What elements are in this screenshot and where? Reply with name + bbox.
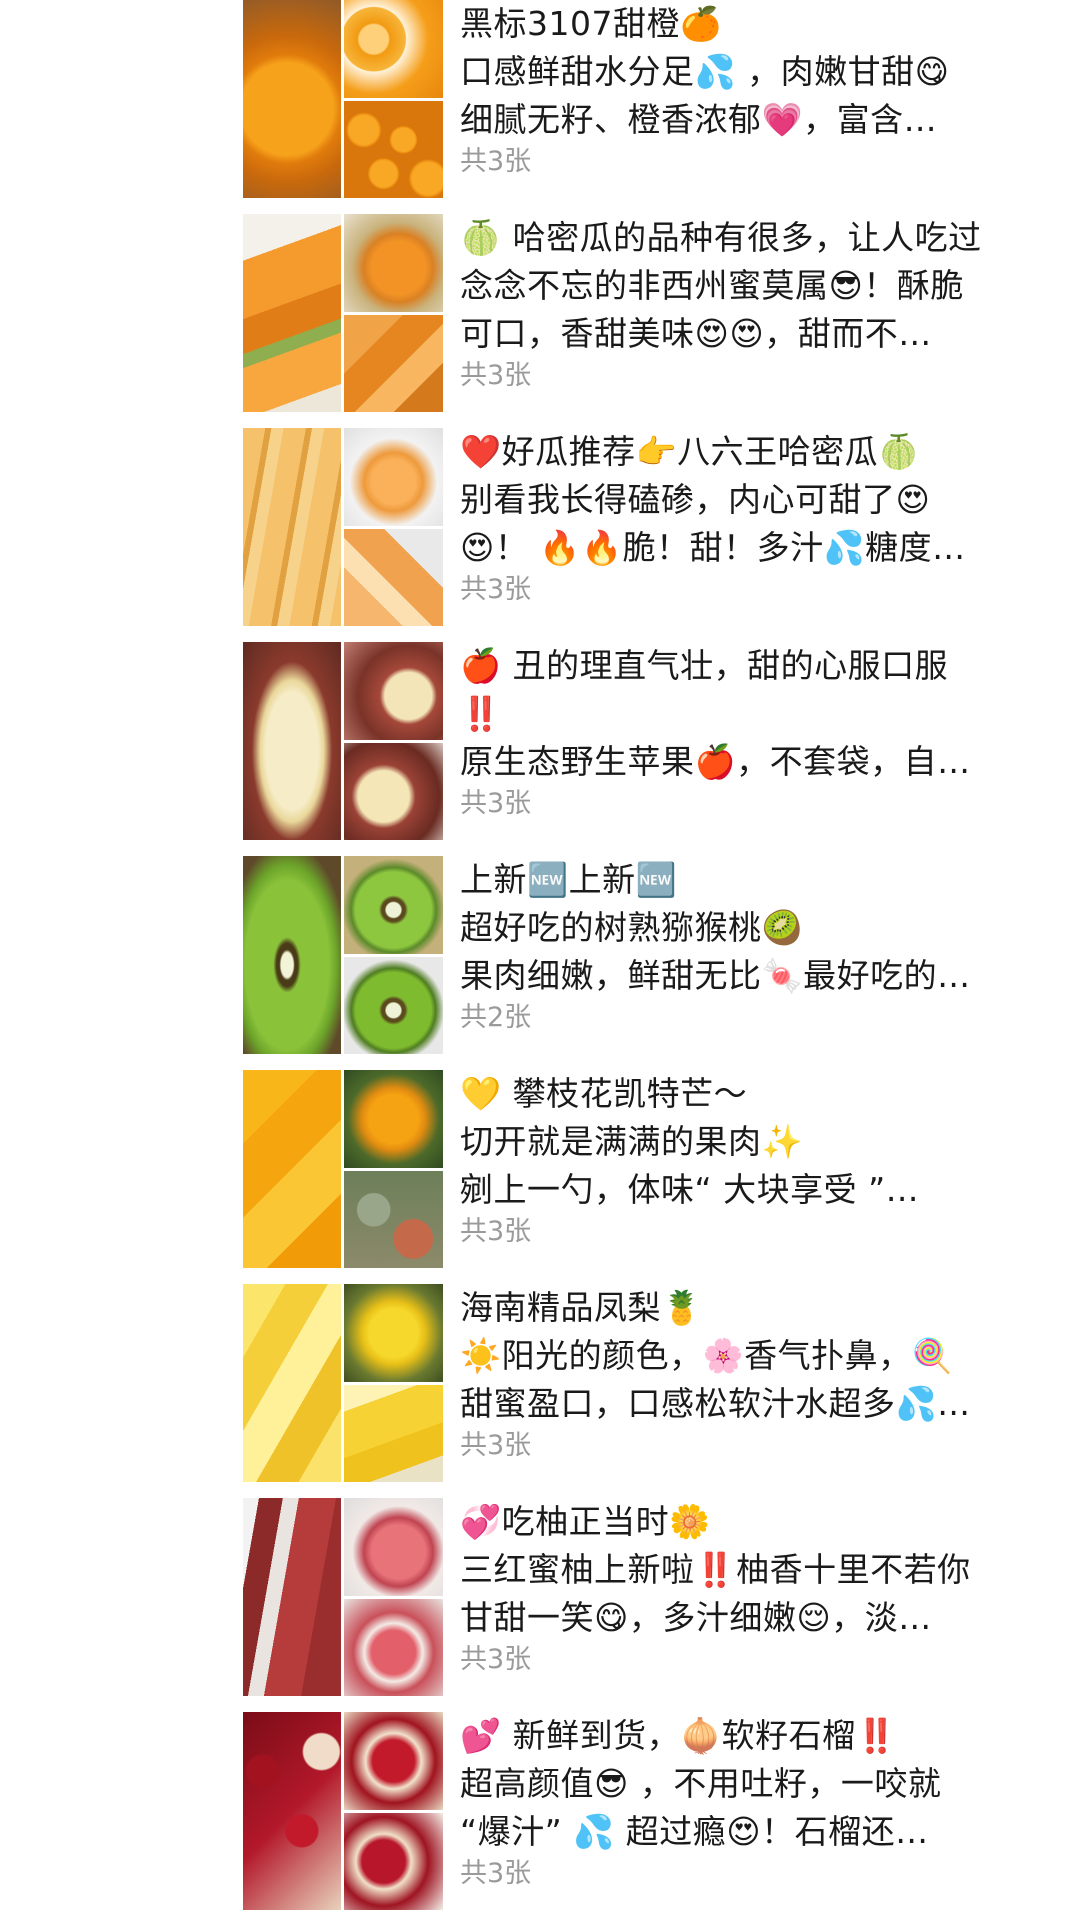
post-text[interactable]: 🍈 哈密瓜的品种有很多，让人吃过 念念不忘的非西州蜜莫属😎！酥脆 可口，香甜美味… xyxy=(460,214,1040,358)
photo-count-label: 共3张 xyxy=(460,1216,532,1247)
post-text-line: 黑标3107甜橙🍊 xyxy=(460,4,722,43)
post-text[interactable]: ❤️好瓜推荐👉八六王哈密瓜🍈 别看我长得磕碜，内心可甜了😍 😍！ 🔥🔥脆！甜！多… xyxy=(460,428,1040,572)
photo-grid[interactable] xyxy=(243,0,443,198)
post-text[interactable]: 💕 新鲜到货，🧅软籽石榴‼️ 超高颜值😎 ，不用吐籽，一咬就 “爆汁” 💦 超过… xyxy=(460,1712,1040,1856)
photo-grid[interactable] xyxy=(243,214,443,412)
post-text[interactable]: 💛 攀枝花凯特芒～ 切开就是满满的果肉✨ 剜上一勺，体味“ 大块享受 ”… xyxy=(460,1070,1040,1214)
post-photo[interactable] xyxy=(344,1813,443,1910)
post-text[interactable]: 黑标3107甜橙🍊 口感鲜甜水分足💦 ，肉嫩甘甜😋 细腻无籽、橙香浓郁💗，富含… xyxy=(460,0,1040,144)
photo-grid[interactable] xyxy=(243,642,443,840)
list-item[interactable]: 💞吃柚正当时🌼 三红蜜柚上新啦‼️柚香十里不若你 甘甜一笑😋，多汁细嫩😌，淡… … xyxy=(0,1482,1080,1696)
post-text-line: 细腻无籽、橙香浓郁💗，富含… xyxy=(460,100,938,139)
post-text[interactable]: 上新🆕上新🆕 超好吃的树熟猕猴桃🥝 果肉细嫩，鲜甜无比🍬最好吃的… xyxy=(460,856,1040,1000)
photo-count-label: 共3张 xyxy=(460,788,532,819)
post-photo[interactable] xyxy=(344,1070,443,1168)
post-text-line: ❤️好瓜推荐👉八六王哈密瓜🍈 xyxy=(460,432,920,471)
post-text-line: 可口，香甜美味😍😍，甜而不… xyxy=(460,314,932,353)
post-photo[interactable] xyxy=(344,1284,443,1382)
photo-count-label: 共3张 xyxy=(460,1430,532,1461)
post-text-line: 念念不忘的非西州蜜莫属😎！酥脆 xyxy=(460,266,964,305)
post-text-line: 甘甜一笑😋，多汁细嫩😌，淡… xyxy=(460,1598,932,1637)
photo-count-label: 共3张 xyxy=(460,146,532,177)
post-text-line: 💕 新鲜到货，🧅软籽石榴‼️ xyxy=(460,1716,898,1755)
post-text-line: 原生态野生苹果🍎，不套袋，自… xyxy=(460,742,971,781)
post-photo[interactable] xyxy=(243,1070,341,1268)
post-photo[interactable] xyxy=(243,1284,341,1482)
post-photo[interactable] xyxy=(344,529,443,626)
post-text-line: 剜上一勺，体味“ 大块享受 ”… xyxy=(460,1170,920,1209)
post-photo[interactable] xyxy=(344,1171,443,1268)
post-text-line: 三红蜜柚上新啦‼️柚香十里不若你 xyxy=(460,1550,971,1589)
list-item[interactable]: 🍈 哈密瓜的品种有很多，让人吃过 念念不忘的非西州蜜莫属😎！酥脆 可口，香甜美味… xyxy=(0,198,1080,412)
post-photo[interactable] xyxy=(344,0,443,98)
post-photo[interactable] xyxy=(344,743,443,840)
post-text-line: 💞吃柚正当时🌼 xyxy=(460,1502,711,1541)
post-text-line: 超高颜值😎 ，不用吐籽，一咬就 xyxy=(460,1764,942,1803)
photo-count-label: 共2张 xyxy=(460,1002,532,1033)
photo-grid[interactable] xyxy=(243,428,443,626)
post-photo[interactable] xyxy=(243,1498,341,1696)
post-text[interactable]: 海南精品凤梨🍍 ☀️阳光的颜色，🌸香气扑鼻，🍭 甜蜜盈口，口感松软汁水超多💦… xyxy=(460,1284,1040,1428)
post-photo[interactable] xyxy=(243,1712,341,1910)
photo-grid[interactable] xyxy=(243,1284,443,1482)
list-item[interactable]: 💛 攀枝花凯特芒～ 切开就是满满的果肉✨ 剜上一勺，体味“ 大块享受 ”… 共3… xyxy=(0,1054,1080,1268)
photo-grid[interactable] xyxy=(243,1498,443,1696)
list-item[interactable]: 黑标3107甜橙🍊 口感鲜甜水分足💦 ，肉嫩甘甜😋 细腻无籽、橙香浓郁💗，富含…… xyxy=(0,0,1080,198)
post-text-line: 果肉细嫩，鲜甜无比🍬最好吃的… xyxy=(460,956,971,995)
list-item[interactable]: 💕 新鲜到货，🧅软籽石榴‼️ 超高颜值😎 ，不用吐籽，一咬就 “爆汁” 💦 超过… xyxy=(0,1696,1080,1910)
list-item[interactable]: ❤️好瓜推荐👉八六王哈密瓜🍈 别看我长得磕碜，内心可甜了😍 😍！ 🔥🔥脆！甜！多… xyxy=(0,412,1080,626)
post-text-line: “爆汁” 💦 超过瘾😍！石榴还… xyxy=(460,1812,929,1851)
post-text-line: 甜蜜盈口，口感松软汁水超多💦… xyxy=(460,1384,971,1423)
list-item[interactable]: 上新🆕上新🆕 超好吃的树熟猕猴桃🥝 果肉细嫩，鲜甜无比🍬最好吃的… 共2张 xyxy=(0,840,1080,1054)
photo-count-label: 共3张 xyxy=(460,1644,532,1675)
photo-grid[interactable] xyxy=(243,1712,443,1910)
list-item[interactable]: 🍎 丑的理直气壮，甜的心服口服 ‼️ 原生态野生苹果🍎，不套袋，自… 共3张 xyxy=(0,626,1080,840)
post-text-line: 🍎 丑的理直气壮，甜的心服口服 xyxy=(460,646,949,685)
post-text-line: ‼️ xyxy=(460,694,502,733)
photo-grid[interactable] xyxy=(243,1070,443,1268)
post-photo[interactable] xyxy=(344,856,443,954)
post-text-line: 上新🆕上新🆕 xyxy=(460,860,678,899)
post-text-line: 🍈 哈密瓜的品种有很多，让人吃过 xyxy=(460,218,982,257)
post-photo[interactable] xyxy=(344,428,443,526)
post-text-line: 😍！ 🔥🔥脆！甜！多汁💦糖度… xyxy=(460,528,966,567)
post-photo[interactable] xyxy=(344,1498,443,1596)
post-text[interactable]: 💞吃柚正当时🌼 三红蜜柚上新啦‼️柚香十里不若你 甘甜一笑😋，多汁细嫩😌，淡… xyxy=(460,1498,1040,1642)
post-text-line: 口感鲜甜水分足💦 ，肉嫩甘甜😋 xyxy=(460,52,950,91)
post-photo[interactable] xyxy=(243,0,341,198)
post-text-line: 别看我长得磕碜，内心可甜了😍 xyxy=(460,480,931,519)
post-photo[interactable] xyxy=(344,315,443,412)
post-photo[interactable] xyxy=(344,1385,443,1482)
post-text-line: 💛 攀枝花凯特芒～ xyxy=(460,1074,748,1113)
post-photo[interactable] xyxy=(344,1712,443,1810)
post-text-line: ☀️阳光的颜色，🌸香气扑鼻，🍭 xyxy=(460,1336,954,1375)
photo-count-label: 共3张 xyxy=(460,574,532,605)
post-photo[interactable] xyxy=(344,1599,443,1696)
post-photo[interactable] xyxy=(344,957,443,1054)
fruit-post-feed: 黑标3107甜橙🍊 口感鲜甜水分足💦 ，肉嫩甘甜😋 细腻无籽、橙香浓郁💗，富含…… xyxy=(0,0,1080,1910)
post-photo[interactable] xyxy=(243,856,341,1054)
post-text[interactable]: 🍎 丑的理直气壮，甜的心服口服 ‼️ 原生态野生苹果🍎，不套袋，自… xyxy=(460,642,1040,786)
photo-count-label: 共3张 xyxy=(460,1858,532,1889)
photo-grid[interactable] xyxy=(243,856,443,1054)
photo-count-label: 共3张 xyxy=(460,360,532,391)
post-text-line: 超好吃的树熟猕猴桃🥝 xyxy=(460,908,804,947)
post-photo[interactable] xyxy=(243,642,341,840)
post-text-line: 切开就是满满的果肉✨ xyxy=(460,1122,804,1161)
post-text-line: 海南精品凤梨🍍 xyxy=(460,1288,703,1327)
post-photo[interactable] xyxy=(344,642,443,740)
post-photo[interactable] xyxy=(243,214,341,412)
post-photo[interactable] xyxy=(344,101,443,198)
post-photo[interactable] xyxy=(243,428,341,626)
list-item[interactable]: 海南精品凤梨🍍 ☀️阳光的颜色，🌸香气扑鼻，🍭 甜蜜盈口，口感松软汁水超多💦… … xyxy=(0,1268,1080,1482)
post-photo[interactable] xyxy=(344,214,443,312)
